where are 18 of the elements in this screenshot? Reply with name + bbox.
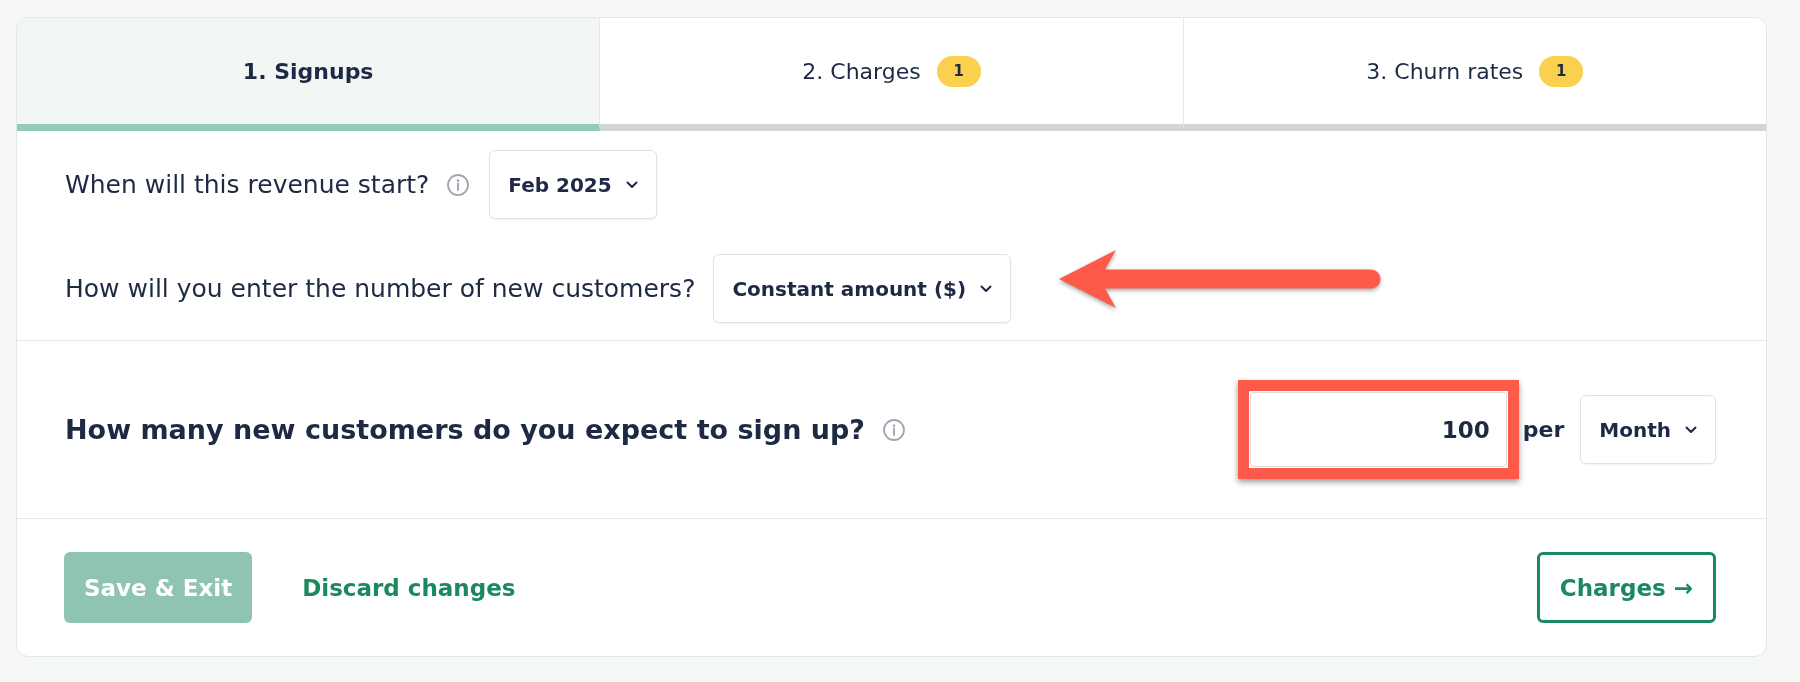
- period-dropdown[interactable]: Month: [1580, 395, 1716, 464]
- next-step-button[interactable]: Charges →: [1536, 552, 1716, 623]
- chevron-down-icon: [1685, 425, 1697, 434]
- select-dropdown[interactable]: Feb 2025: [489, 150, 657, 219]
- discard-changes-link[interactable]: Discard changes: [302, 574, 516, 601]
- count-badge: 1: [1539, 55, 1584, 87]
- step-tab[interactable]: 1. Signups: [17, 18, 601, 131]
- step-tab[interactable]: 2. Charges 1: [600, 18, 1184, 131]
- question-label: How will you enter the number of new customers?: [65, 274, 696, 303]
- step-tab[interactable]: 3. Churn rates 1: [1183, 18, 1766, 131]
- count-badge: 1: [936, 55, 981, 87]
- chevron-down-icon: [980, 284, 993, 293]
- unit-label: per: [1522, 417, 1565, 442]
- question-label: How many new customers do you expect to sign up?: [65, 414, 865, 445]
- question-label: When will this revenue start?: [65, 170, 430, 199]
- chevron-down-icon: [625, 180, 638, 189]
- select-dropdown[interactable]: Constant amount ($): [713, 254, 1012, 323]
- customers-input[interactable]: 100: [1249, 392, 1507, 467]
